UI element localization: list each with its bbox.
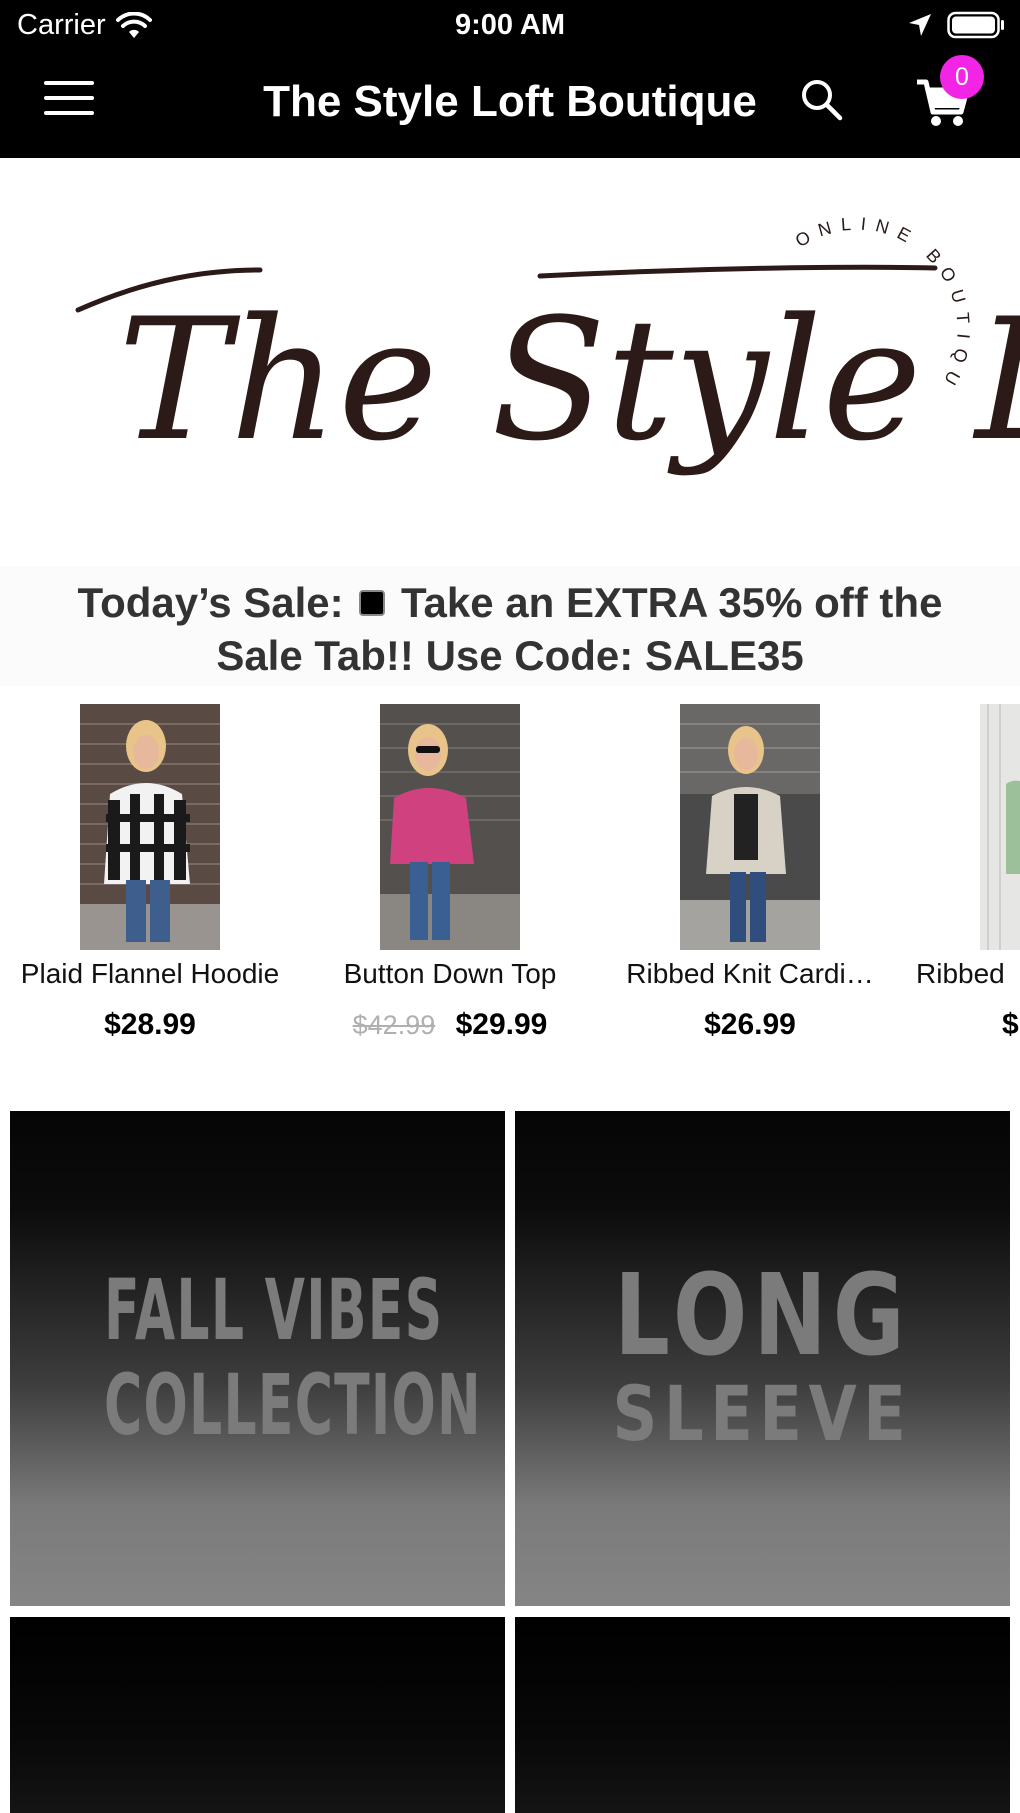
product-name: Button Down Top	[343, 958, 557, 989]
product-current-price: $26.99	[704, 1008, 796, 1041]
product-image	[680, 704, 820, 950]
category-title: LONG	[614, 1251, 911, 1381]
product-image	[980, 704, 1020, 950]
category-tile-long-sleeve[interactable]: LONG SLEEVE	[515, 1111, 1010, 1606]
battery-icon	[947, 11, 1004, 39]
page-title: The Style Loft Boutique	[263, 77, 757, 126]
logo-image: The Style Loft ONLINE BOUTIQUE	[0, 158, 1020, 478]
product-price: $26.99	[600, 1008, 900, 1042]
product-current-price: $	[1002, 1008, 1019, 1041]
location-arrow-icon	[909, 14, 931, 36]
sale-banner[interactable]: Today’s Sale: Take an EXTRA 35% off the …	[0, 566, 1020, 686]
product-image	[380, 704, 520, 950]
search-button[interactable]	[800, 78, 852, 130]
product-original-price: $42.99	[352, 1010, 436, 1040]
search-icon	[802, 80, 843, 121]
product-card[interactable]: Ribbed $	[900, 700, 1020, 1060]
category-subtitle: COLLECTION	[104, 1356, 482, 1454]
product-carousel[interactable]: Plaid Flannel Hoodie $28.99 Button Down …	[0, 700, 1020, 1060]
product-name: Ribbed	[916, 958, 1005, 989]
app-screen: Carrier 9:00 AM The Style Loft Boutique …	[0, 0, 1020, 1813]
status-bar: Carrier 9:00 AM	[0, 0, 1020, 52]
product-price: $28.99	[0, 1008, 300, 1042]
logo-script-text: The Style Loft	[118, 282, 1020, 478]
sale-banner-text: Take an EXTRA 35% off the	[400, 579, 943, 626]
category-tile[interactable]	[10, 1617, 505, 1813]
status-time: 9:00 AM	[454, 9, 566, 41]
menu-icon	[44, 81, 94, 115]
category-subtitle: SLEEVE	[612, 1369, 913, 1458]
sale-banner-line2: Sale Tab!! Use Code: SALE35	[216, 632, 804, 679]
header: Carrier 9:00 AM The Style Loft Boutique …	[0, 0, 1020, 158]
category-title: FALL VIBES	[104, 1261, 444, 1359]
category-tile-fall-vibes[interactable]: FALL VIBES COLLECTION	[10, 1111, 505, 1606]
product-image	[80, 704, 220, 950]
product-card[interactable]: Plaid Flannel Hoodie $28.99	[0, 700, 300, 1060]
product-name: Plaid Flannel Hoodie	[20, 958, 280, 989]
sale-banner-prefix: Today’s Sale:	[77, 579, 344, 626]
menu-button[interactable]	[44, 80, 106, 128]
product-current-price: $28.99	[104, 1008, 196, 1041]
store-logo: The Style Loft ONLINE BOUTIQUE	[0, 158, 1020, 566]
product-price: $42.99 $29.99	[300, 1008, 600, 1042]
black-square-icon	[359, 589, 386, 616]
sale-banner-line1: Today’s Sale: Take an EXTRA 35% off the	[0, 576, 1020, 629]
product-price: $	[1002, 1008, 1020, 1042]
category-tile[interactable]	[515, 1617, 1010, 1813]
product-card[interactable]: Button Down Top $42.99 $29.99	[300, 700, 600, 1060]
status-indicators	[893, 11, 1005, 39]
product-current-price: $29.99	[455, 1008, 548, 1041]
product-name: Ribbed Knit Cardi…	[626, 958, 874, 989]
product-card[interactable]: Ribbed Knit Cardi… $26.99	[600, 700, 900, 1060]
cart-count-badge: 0	[940, 55, 984, 99]
nav-bar: The Style Loft Boutique 0	[0, 52, 1020, 158]
